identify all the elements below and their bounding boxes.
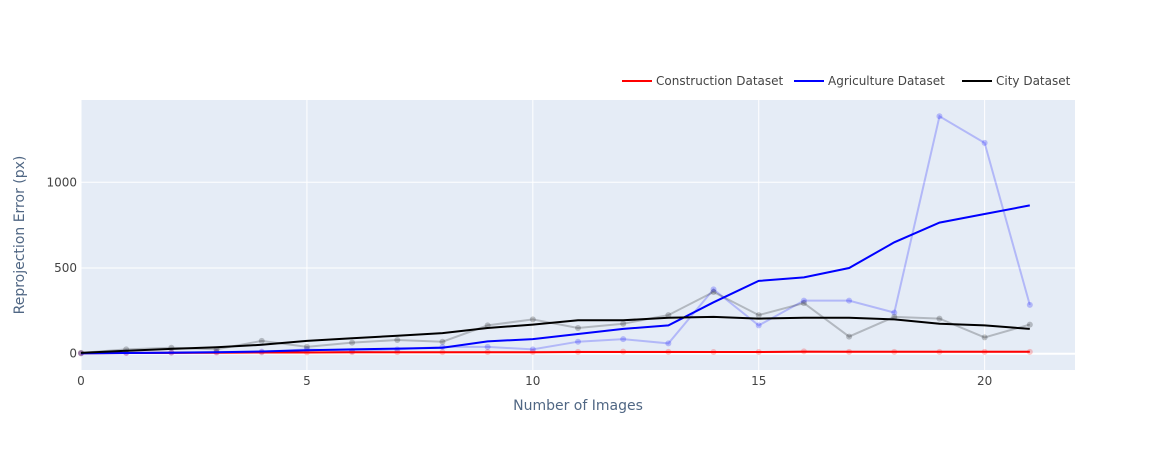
- data-point-agriculture: [936, 113, 943, 120]
- data-point-agriculture: [755, 322, 762, 329]
- data-point-city: [258, 337, 265, 344]
- data-point-city: [1026, 321, 1033, 328]
- data-point-agriculture: [620, 336, 627, 343]
- x-tick-label: 15: [751, 374, 766, 388]
- data-point-city: [936, 315, 943, 322]
- x-tick-label: 0: [77, 374, 85, 388]
- data-point-agriculture: [981, 139, 988, 146]
- legend-label-agriculture: Agriculture Dataset: [828, 74, 945, 88]
- data-point-city: [800, 300, 807, 307]
- x-tick-label: 5: [303, 374, 311, 388]
- data-point-city: [620, 320, 627, 327]
- y-tick-label: 1000: [46, 175, 77, 189]
- data-point-city: [846, 333, 853, 340]
- line-chart: 0 5 10 15 20 0 500 1000 Number of Images Reproj…: [12, 74, 1075, 414]
- y-tick-label: 0: [69, 347, 77, 361]
- y-tick-label: 500: [54, 261, 77, 275]
- legend: Construction Dataset Agriculture Dataset…: [622, 74, 1071, 88]
- data-point-city: [439, 338, 446, 345]
- data-point-agriculture: [665, 340, 672, 347]
- x-tick-label: 20: [977, 374, 992, 388]
- y-axis-title: Reprojection Error (px): [12, 156, 28, 315]
- legend-label-construction: Construction Dataset: [656, 74, 784, 88]
- data-point-agriculture: [846, 297, 853, 304]
- data-point-city: [575, 325, 581, 331]
- data-point-city: [981, 334, 988, 341]
- x-axis-title: Number of Images: [513, 398, 643, 414]
- legend-label-city: City Dataset: [996, 74, 1071, 88]
- data-point-city: [529, 316, 536, 323]
- data-point-city: [710, 289, 717, 295]
- data-point-agriculture: [575, 338, 581, 345]
- data-point-city: [394, 337, 401, 343]
- x-tick-label: 10: [525, 374, 540, 388]
- data-point-city: [755, 312, 762, 319]
- data-point-agriculture: [1026, 301, 1033, 308]
- data-point-agriculture: [484, 343, 491, 350]
- data-point-city: [349, 339, 356, 346]
- data-point-city: [303, 343, 310, 350]
